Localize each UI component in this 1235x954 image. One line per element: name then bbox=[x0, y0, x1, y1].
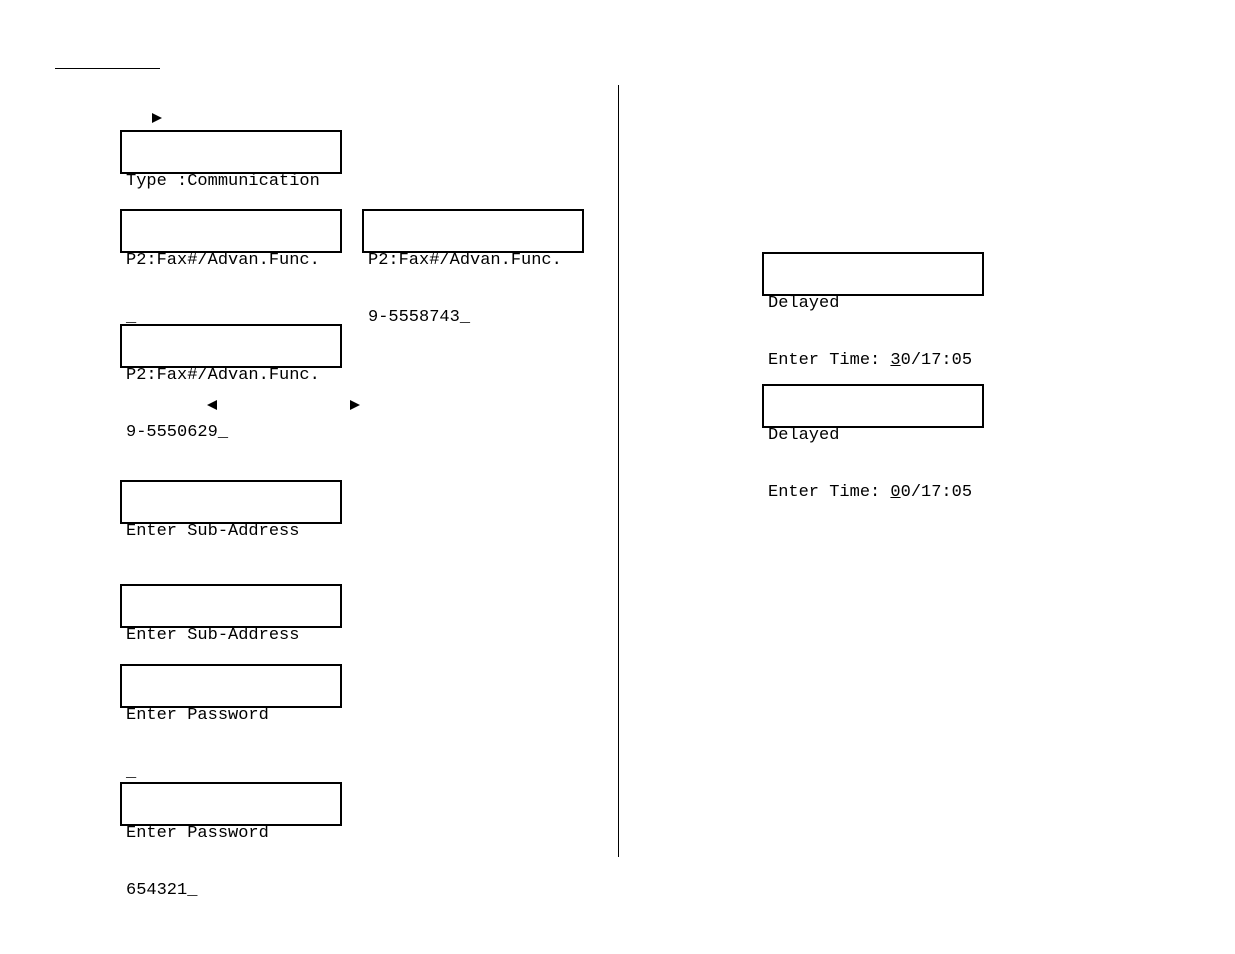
lcd-line2: _ bbox=[126, 763, 336, 782]
lcd-line1: Type :Communication bbox=[126, 172, 336, 191]
rest: 0/17:05 bbox=[901, 351, 972, 370]
cursor: 0 bbox=[890, 483, 900, 502]
triangle-right-icon bbox=[152, 113, 162, 123]
lcd-line2: 654321_ bbox=[126, 881, 336, 900]
cursor: _ bbox=[218, 423, 228, 442]
lcd-line1: P2:Fax#/Advan.Func. bbox=[126, 366, 336, 385]
lcd-delayed-30: Delayed Enter Time: 30/17:05 bbox=[762, 252, 984, 296]
lcd-delayed-00: Delayed Enter Time: 00/17:05 bbox=[762, 384, 984, 428]
lcd-password-value: Enter Password 654321_ bbox=[120, 782, 342, 826]
lcd-line1: P2:Fax#/Advan.Func. bbox=[126, 251, 336, 270]
lcd-type-communication: Type :Communication ←/→/Enter bbox=[120, 130, 342, 174]
header-underline bbox=[55, 68, 160, 69]
cursor: _ bbox=[187, 881, 197, 900]
lcd-line1: Enter Password bbox=[126, 706, 336, 725]
lcd-line2: Enter Time: 30/17:05 bbox=[768, 351, 978, 370]
lcd-password-blank: Enter Password _ bbox=[120, 664, 342, 708]
value: 654321 bbox=[126, 881, 187, 900]
lcd-line1: Enter Sub-Address bbox=[126, 626, 336, 645]
cursor: _ bbox=[460, 308, 470, 327]
lcd-line2: Enter Time: 00/17:05 bbox=[768, 483, 978, 502]
triangle-left-icon bbox=[207, 400, 217, 410]
rest: 0/17:05 bbox=[901, 483, 972, 502]
cursor: _ bbox=[126, 763, 136, 782]
lcd-p2-fax-8743: P2:Fax#/Advan.Func. 9-5558743_ bbox=[362, 209, 584, 253]
value: 9-5558743 bbox=[368, 308, 460, 327]
lcd-p2-fax-blank: P2:Fax#/Advan.Func. _ bbox=[120, 209, 342, 253]
lcd-line1: Delayed bbox=[768, 294, 978, 313]
triangle-right-icon bbox=[350, 400, 360, 410]
prefix: Enter Time: bbox=[768, 483, 890, 502]
value: 9-5550629 bbox=[126, 423, 218, 442]
lcd-line1: Enter Password bbox=[126, 824, 336, 843]
cursor: 3 bbox=[890, 351, 900, 370]
prefix: Enter Time: bbox=[768, 351, 890, 370]
lcd-line1: P2:Fax#/Advan.Func. bbox=[368, 251, 578, 270]
column-divider bbox=[618, 85, 619, 857]
lcd-line1: Delayed bbox=[768, 426, 978, 445]
lcd-line2: 9-5550629_ bbox=[126, 423, 336, 442]
lcd-subaddress-blank: Enter Sub-Address _ bbox=[120, 480, 342, 524]
lcd-line2: 9-5558743_ bbox=[368, 308, 578, 327]
lcd-p2-fax-0629: P2:Fax#/Advan.Func. 9-5550629_ bbox=[120, 324, 342, 368]
lcd-line1: Enter Sub-Address bbox=[126, 522, 336, 541]
lcd-subaddress-value: Enter Sub-Address 123456_ bbox=[120, 584, 342, 628]
